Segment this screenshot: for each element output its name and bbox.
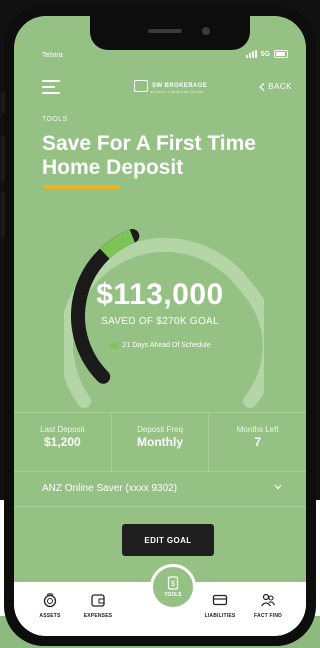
svg-text:$: $ — [171, 581, 175, 588]
tab-label: FACT FIND — [254, 613, 282, 619]
wallet-icon — [91, 594, 105, 607]
stat-label: Months Left — [236, 425, 279, 434]
front-camera — [202, 27, 210, 35]
volume-up-button — [1, 136, 5, 182]
section-eyebrow: TOOLS — [42, 116, 68, 123]
tools-button[interactable]: $ TOOLS — [150, 564, 196, 610]
mute-switch — [1, 92, 5, 114]
schedule-text: 21 Days Ahead Of Schedule — [122, 342, 211, 349]
stat-months-left: Months Left 7 — [208, 413, 306, 471]
app-screen: Telstra 5G SW BROKERAGE BUILDING A BRIGH… — [14, 16, 306, 636]
tab-label: ASSETS — [39, 613, 61, 619]
notch — [90, 16, 250, 50]
account-dropdown[interactable]: ANZ Online Saver (xxxx 9302) — [14, 470, 306, 507]
tab-label: EXPENSES — [83, 613, 113, 619]
stat-value: $1,200 — [43, 435, 81, 449]
chevron-down-icon — [274, 484, 282, 490]
menu-icon[interactable] — [42, 80, 62, 94]
calculator-icon: $ — [167, 576, 179, 590]
tab-liabilities[interactable]: LIABILITIES — [196, 582, 244, 630]
stat-value: 7 — [254, 435, 262, 449]
network-label: 5G — [260, 50, 270, 58]
stat-last-deposit: Last Deposit $1,200 — [14, 413, 111, 471]
people-icon — [261, 593, 275, 607]
stat-deposit-freq: Deposit Freq Monthly — [110, 413, 209, 471]
goal-caption: SAVED OF $270K GOAL — [101, 316, 219, 327]
tab-expenses[interactable]: EXPENSES — [74, 582, 122, 630]
title-underline — [44, 185, 120, 189]
phone-frame: Telstra 5G SW BROKERAGE BUILDING A BRIGH… — [1, 6, 316, 646]
signal-icon — [245, 50, 257, 58]
back-button[interactable]: BACK — [259, 82, 292, 91]
brand-mark-icon — [134, 80, 148, 92]
account-selected-value: ANZ Online Saver (xxxx 9302) — [42, 482, 178, 494]
schedule-indicator-icon — [109, 342, 118, 349]
tab-fact-find[interactable]: FACT FIND — [244, 582, 292, 630]
tools-label: TOOLS — [164, 592, 182, 598]
back-label: BACK — [268, 82, 292, 91]
tab-label: LIABILITIES — [204, 613, 236, 619]
chevron-left-icon — [259, 82, 265, 91]
battery-icon — [274, 50, 288, 58]
brand-tagline: BUILDING A BRIGHTER FUTURE — [150, 90, 204, 94]
stats-row: Last Deposit $1,200 Deposit Freq Monthly… — [14, 412, 306, 472]
page-title: Save For A First Time Home Deposit — [42, 132, 256, 179]
edit-goal-button[interactable]: EDIT GOAL — [122, 524, 214, 556]
stat-value: Monthly — [137, 435, 183, 449]
schedule-status: 21 Days Ahead Of Schedule — [14, 342, 306, 349]
coins-icon — [43, 593, 57, 608]
stat-label: Last Deposit — [40, 425, 85, 434]
volume-down-button — [1, 192, 5, 238]
stat-label: Deposit Freq — [137, 425, 183, 434]
speaker-grille — [148, 29, 182, 33]
status-indicators: 5G — [245, 50, 288, 58]
brand-name: SW BROKERAGE — [152, 83, 208, 89]
carrier-label: Telstra — [42, 52, 63, 59]
tab-assets[interactable]: ASSETS — [26, 582, 74, 630]
saved-amount: $113,000 — [96, 278, 224, 311]
card-icon — [212, 594, 228, 606]
